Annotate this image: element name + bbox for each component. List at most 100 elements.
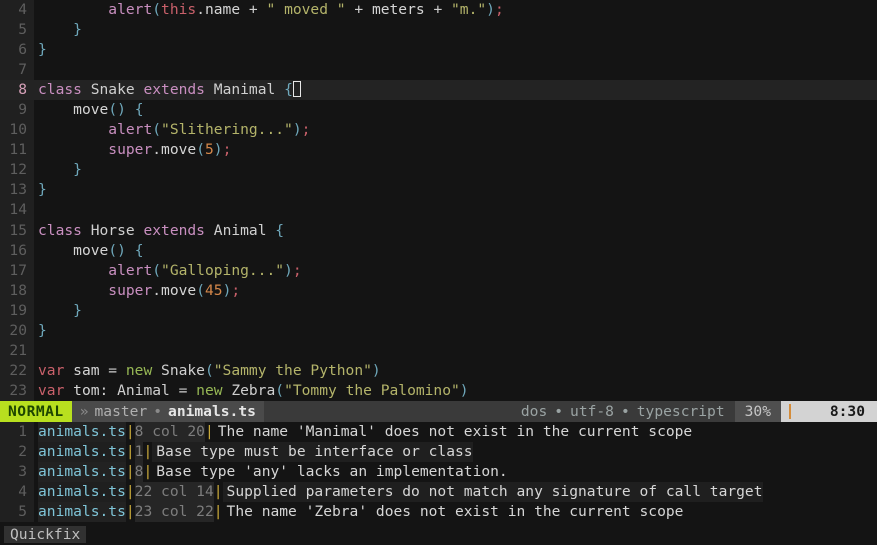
modified-dot-icon: • bbox=[153, 403, 163, 420]
code-token: ) bbox=[459, 381, 469, 399]
quickfix-row-body[interactable]: animals.ts | 8 | Base type 'any' lacks an im… bbox=[34, 462, 877, 483]
code-token: "Sammy the Python" bbox=[213, 361, 372, 379]
line-number: 18 bbox=[0, 280, 34, 301]
code-token: ( bbox=[152, 261, 162, 279]
code-text[interactable]: alert("Slithering..."); bbox=[34, 120, 877, 140]
code-token: { bbox=[134, 101, 144, 119]
quickfix-filename: animals.ts bbox=[38, 442, 126, 463]
quickfix-list[interactable]: 1 animals.ts | 8 col 20 | The name 'Manimal' … bbox=[0, 422, 877, 524]
code-token: + bbox=[424, 1, 452, 18]
quickfix-separator-icon: | bbox=[125, 463, 135, 481]
code-text[interactable]: } bbox=[34, 20, 877, 40]
quickfix-message: Base type must be interface or class bbox=[152, 442, 473, 463]
code-text[interactable]: var sam = new Snake("Sammy the Python") bbox=[34, 361, 877, 381]
quickfix-filename: animals.ts bbox=[38, 502, 126, 523]
quickfix-row-body[interactable]: animals.ts | 1 | Base type must be interface… bbox=[34, 442, 877, 463]
code-text[interactable]: class Horse extends Animal { bbox=[34, 221, 877, 241]
quickfix-location: 1 bbox=[134, 442, 144, 463]
code-line[interactable]: 17 alert("Galloping..."); bbox=[0, 260, 877, 281]
code-token: ( bbox=[275, 381, 285, 399]
quickfix-row-body[interactable]: animals.ts | 8 col 20 | The name 'Manimal' d… bbox=[34, 422, 877, 443]
quickfix-row[interactable]: 3 animals.ts | 8 | Base type 'any' lacks an i… bbox=[0, 462, 877, 483]
code-text[interactable] bbox=[34, 341, 877, 361]
code-line[interactable]: 11 super.move(5); bbox=[0, 140, 877, 161]
code-line[interactable]: 4 alert(this.name + " moved " + meters +… bbox=[0, 0, 877, 21]
code-text[interactable] bbox=[34, 60, 877, 80]
code-text[interactable]: super.move(5); bbox=[34, 140, 877, 160]
quickfix-row[interactable]: 1 animals.ts | 8 col 20 | The name 'Manimal' … bbox=[0, 422, 877, 443]
code-token: . bbox=[152, 141, 162, 159]
code-line[interactable]: 13} bbox=[0, 180, 877, 201]
code-token: ; bbox=[222, 141, 232, 159]
quickfix-row-body[interactable]: animals.ts | 23 col 22 | The name 'Zebra' do… bbox=[34, 502, 877, 523]
editor-buffer[interactable]: 4 alert(this.name + " moved " + meters +… bbox=[0, 0, 877, 401]
status-spacer bbox=[263, 401, 511, 422]
code-text[interactable]: move() { bbox=[34, 241, 877, 261]
code-text[interactable]: super.move(45); bbox=[34, 281, 877, 301]
status-filename: animals.ts bbox=[168, 403, 256, 420]
code-token: move bbox=[73, 241, 109, 259]
line-number: 4 bbox=[0, 0, 34, 21]
code-text[interactable]: var tom: Animal = new Zebra("Tommy the P… bbox=[34, 381, 877, 401]
line-number: 12 bbox=[0, 160, 34, 181]
code-line[interactable]: 21 bbox=[0, 340, 877, 361]
code-text[interactable] bbox=[34, 200, 877, 220]
quickfix-separator-icon: | bbox=[204, 423, 214, 440]
code-line[interactable]: 6} bbox=[0, 40, 877, 61]
code-text[interactable]: move() { bbox=[34, 100, 877, 120]
code-text[interactable]: } bbox=[34, 321, 877, 341]
quickfix-row-body[interactable]: animals.ts | 22 col 14 | Supplied parameters… bbox=[34, 482, 877, 503]
code-text[interactable]: class Snake extends Manimal { bbox=[34, 80, 877, 101]
code-token: + bbox=[345, 1, 372, 18]
code-token: () bbox=[108, 101, 126, 119]
code-line[interactable]: 7 bbox=[0, 60, 877, 81]
code-token: . bbox=[152, 281, 162, 299]
code-token: move bbox=[161, 141, 197, 159]
code-line[interactable]: 8 class Snake extends Manimal { bbox=[0, 80, 877, 101]
quickfix-message: Base type 'any' lacks an implementation. bbox=[156, 463, 508, 481]
code-token: ; bbox=[231, 281, 241, 299]
code-text[interactable]: } bbox=[34, 180, 877, 200]
code-line[interactable]: 12 } bbox=[0, 160, 877, 181]
code-token: Zebra bbox=[231, 381, 276, 399]
line-number: 9 bbox=[0, 100, 34, 121]
branch-name: master bbox=[94, 403, 148, 420]
code-line[interactable]: 15 class Horse extends Animal { bbox=[0, 220, 877, 241]
code-line[interactable]: 5 } bbox=[0, 20, 877, 41]
quickfix-row[interactable]: 2 animals.ts | 1 | Base type must be interfac… bbox=[0, 442, 877, 463]
code-text[interactable]: } bbox=[34, 301, 877, 321]
code-token: move bbox=[161, 281, 197, 299]
code-token: sam bbox=[73, 361, 100, 379]
code-text[interactable]: } bbox=[34, 160, 877, 180]
code-token: ; bbox=[494, 1, 504, 18]
code-token: meters bbox=[371, 1, 425, 18]
code-line[interactable]: 23 var tom: Animal = new Zebra("Tommy the… bbox=[0, 380, 877, 401]
code-token: Snake bbox=[90, 81, 135, 99]
line-number: 7 bbox=[0, 60, 34, 81]
status-fileformat: dos bbox=[520, 403, 548, 420]
code-text[interactable]: alert(this.name + " moved " + meters + "… bbox=[34, 0, 877, 20]
code-text[interactable]: } bbox=[34, 40, 877, 60]
code-line[interactable]: 16 move() { bbox=[0, 240, 877, 261]
quickfix-row[interactable]: 4 animals.ts | 22 col 14 | Supplied parameter… bbox=[0, 482, 877, 503]
code-token: ) bbox=[292, 121, 302, 139]
code-token: var bbox=[38, 361, 65, 379]
line-number: 8 bbox=[0, 80, 34, 101]
code-line[interactable]: 9 move() { bbox=[0, 100, 877, 121]
code-line[interactable]: 18 super.move(45); bbox=[0, 280, 877, 301]
code-line[interactable]: 20} bbox=[0, 320, 877, 341]
code-line[interactable]: 19 } bbox=[0, 300, 877, 321]
code-token: Snake bbox=[161, 361, 205, 379]
code-line[interactable]: 10 alert("Slithering..."); bbox=[0, 120, 877, 141]
code-text[interactable]: alert("Galloping..."); bbox=[34, 261, 877, 281]
status-branch-section: » master • animals.ts bbox=[71, 401, 264, 422]
quickfix-row[interactable]: 5 animals.ts | 23 col 22 | The name 'Zebra' d… bbox=[0, 502, 877, 523]
quickfix-separator-icon: | bbox=[125, 503, 135, 521]
code-line[interactable]: 22 var sam = new Snake("Sammy the Python"… bbox=[0, 360, 877, 381]
code-line[interactable]: 14 bbox=[0, 200, 877, 221]
